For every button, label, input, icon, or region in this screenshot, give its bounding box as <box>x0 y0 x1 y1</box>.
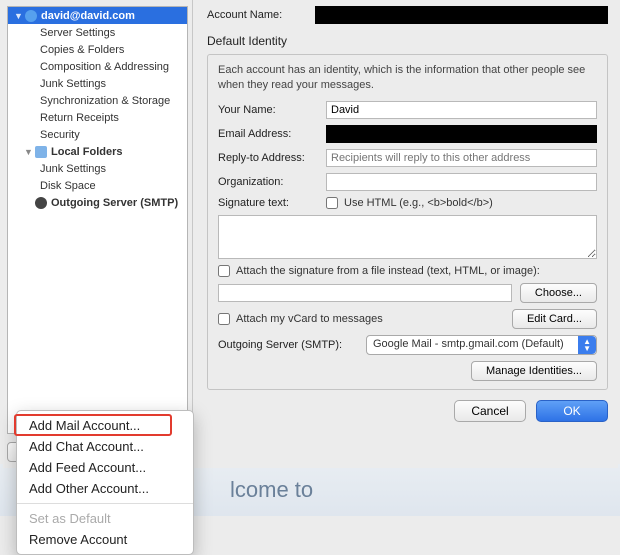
updown-arrows-icon: ▲▼ <box>583 338 591 352</box>
menu-add-feed-account[interactable]: Add Feed Account... <box>17 457 193 478</box>
account-name-field[interactable] <box>315 6 608 24</box>
smtp-value: Google Mail - smtp.gmail.com (Default) <box>373 338 564 350</box>
menu-set-default: Set as Default <box>17 508 193 529</box>
your-name-field[interactable] <box>326 101 597 119</box>
account-name-label: Account Name: <box>207 9 307 21</box>
manage-identities-button[interactable]: Manage Identities... <box>471 361 597 381</box>
tree-item-return-receipts[interactable]: Return Receipts <box>8 109 187 126</box>
organization-label: Organization: <box>218 176 318 188</box>
chevron-down-icon: ▼ <box>14 11 23 21</box>
reply-to-field[interactable] <box>326 149 597 167</box>
identity-description: Each account has an identity, which is t… <box>218 63 597 93</box>
mail-account-icon <box>25 10 37 22</box>
identity-box: Each account has an identity, which is t… <box>207 54 608 390</box>
choose-button[interactable]: Choose... <box>520 283 597 303</box>
folder-icon <box>35 146 47 158</box>
organization-field[interactable] <box>326 173 597 191</box>
welcome-text: lcome to <box>230 477 313 503</box>
tree-account-root[interactable]: ▼ david@david.com <box>8 7 187 24</box>
account-settings-dialog: ▼ david@david.com Server Settings Copies… <box>3 0 618 468</box>
menu-separator <box>17 503 193 504</box>
tree-item-sync-storage[interactable]: Synchronization & Storage <box>8 92 187 109</box>
account-tree[interactable]: ▼ david@david.com Server Settings Copies… <box>7 6 188 434</box>
menu-add-other-account[interactable]: Add Other Account... <box>17 478 193 499</box>
attach-signature-checkbox[interactable] <box>218 265 230 277</box>
reply-to-label: Reply-to Address: <box>218 152 318 164</box>
menu-remove-account[interactable]: Remove Account <box>17 529 193 550</box>
signature-textarea[interactable] <box>218 215 597 259</box>
tree-item-security[interactable]: Security <box>8 126 187 143</box>
local-folders-label: Local Folders <box>51 146 123 158</box>
tree-outgoing-server[interactable]: ▼ Outgoing Server (SMTP) <box>8 194 187 211</box>
default-identity-title: Default Identity <box>207 34 608 48</box>
attach-vcard-label: Attach my vCard to messages <box>236 313 383 325</box>
menu-add-mail-account[interactable]: Add Mail Account... <box>17 415 193 436</box>
tree-item-server-settings[interactable]: Server Settings <box>8 24 187 41</box>
outgoing-icon <box>35 197 47 209</box>
attach-vcard-checkbox[interactable] <box>218 313 230 325</box>
dialog-buttons: Cancel OK <box>207 400 608 422</box>
tree-local-folders-root[interactable]: ▼ Local Folders <box>8 143 187 160</box>
menu-add-chat-account[interactable]: Add Chat Account... <box>17 436 193 457</box>
tree-item-copies-folders[interactable]: Copies & Folders <box>8 41 187 58</box>
attach-signature-label: Attach the signature from a file instead… <box>236 265 540 277</box>
tree-item-lf-disk[interactable]: Disk Space <box>8 177 187 194</box>
ok-button[interactable]: OK <box>536 400 608 422</box>
tree-item-lf-junk[interactable]: Junk Settings <box>8 160 187 177</box>
your-name-label: Your Name: <box>218 104 318 116</box>
use-html-row: Use HTML (e.g., <b>bold</b>) <box>326 197 493 209</box>
smtp-select[interactable]: Google Mail - smtp.gmail.com (Default) ▲… <box>366 335 597 355</box>
email-field[interactable] <box>326 125 597 143</box>
account-email: david@david.com <box>41 10 135 22</box>
cancel-button[interactable]: Cancel <box>454 400 526 422</box>
signature-file-field[interactable] <box>218 284 512 302</box>
tree-item-junk[interactable]: Junk Settings <box>8 75 187 92</box>
use-html-checkbox[interactable] <box>326 197 338 209</box>
account-name-row: Account Name: <box>207 6 608 24</box>
outgoing-label: Outgoing Server (SMTP) <box>51 197 178 209</box>
email-label: Email Address: <box>218 128 318 140</box>
sidebar: ▼ david@david.com Server Settings Copies… <box>3 0 193 468</box>
account-actions-menu: Add Mail Account... Add Chat Account... … <box>16 410 194 555</box>
use-html-label: Use HTML (e.g., <b>bold</b>) <box>344 197 493 209</box>
signature-label: Signature text: <box>218 197 318 209</box>
tree-item-composition[interactable]: Composition & Addressing <box>8 58 187 75</box>
content-pane: Account Name: Default Identity Each acco… <box>193 0 618 468</box>
smtp-label: Outgoing Server (SMTP): <box>218 339 358 351</box>
chevron-down-icon: ▼ <box>24 147 33 157</box>
edit-card-button[interactable]: Edit Card... <box>512 309 597 329</box>
